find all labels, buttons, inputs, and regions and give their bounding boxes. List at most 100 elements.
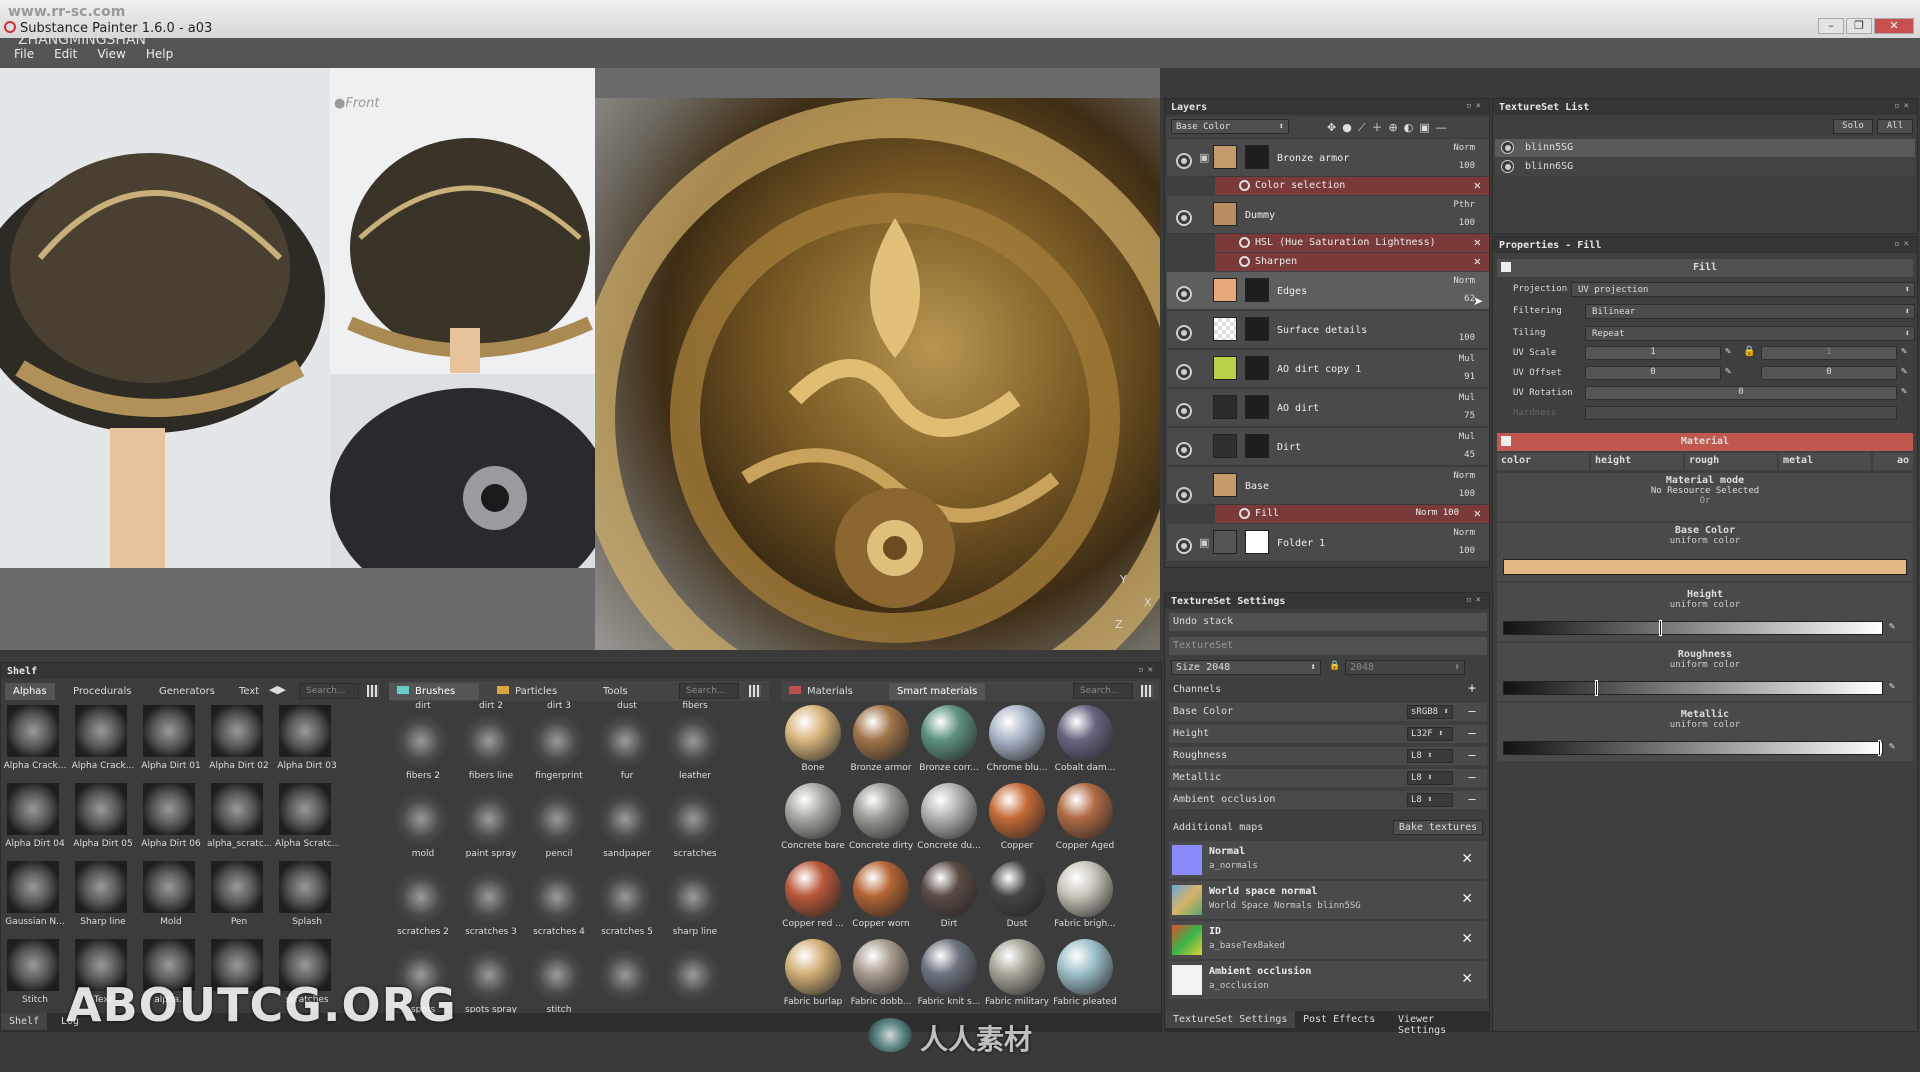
- layer-opacity[interactable]: 100: [1459, 161, 1475, 171]
- menu-view[interactable]: View: [97, 47, 125, 61]
- layer-opacity[interactable]: 45: [1464, 450, 1475, 460]
- layer-blend[interactable]: Norm: [1453, 276, 1475, 286]
- material-section-header[interactable]: Material: [1497, 433, 1913, 451]
- alpha-item[interactable]: Alpha Dirt 06: [139, 781, 201, 857]
- remove-map-icon[interactable]: ✕: [1461, 891, 1473, 907]
- brush-item[interactable]: scratches 3: [459, 869, 521, 945]
- alpha-item[interactable]: Alpha Dirt 05: [71, 781, 133, 857]
- brush-item[interactable]: mold: [391, 791, 453, 867]
- brush-item[interactable]: [595, 947, 657, 1023]
- brush-item[interactable]: fibers line: [459, 713, 521, 789]
- viewport-3d[interactable]: ●Front Y X Z: [0, 68, 1160, 650]
- undo-stack-row[interactable]: Undo stack: [1169, 613, 1487, 631]
- channel-metal-button[interactable]: metal: [1779, 453, 1871, 470]
- layer-opacity[interactable]: 100: [1459, 546, 1475, 556]
- layer-dirt[interactable]: Dirt Mul 45: [1167, 428, 1489, 466]
- material-item[interactable]: Chrome blu...: [985, 705, 1047, 781]
- map-ambient-occlusion[interactable]: Ambient occlusion a_occlusion ✕: [1169, 961, 1487, 999]
- brush-item[interactable]: pencil: [527, 791, 589, 867]
- layer-ao-dirt-copy-1[interactable]: AO dirt copy 1 Mul 91: [1167, 350, 1489, 388]
- alpha-item[interactable]: Stitch: [3, 937, 65, 1013]
- bake-textures-button[interactable]: Bake textures: [1393, 820, 1483, 835]
- brush-item[interactable]: spots spray: [459, 947, 521, 1023]
- layer-blend[interactable]: Mul: [1459, 393, 1475, 403]
- brush-item[interactable]: stitch: [527, 947, 589, 1023]
- brush-item[interactable]: fingerprint: [527, 713, 589, 789]
- tiling-select[interactable]: Repeat ⬍: [1585, 326, 1915, 341]
- alpha-item[interactable]: Alpha Dirt 04: [3, 781, 65, 857]
- channel-color-button[interactable]: color: [1497, 453, 1589, 470]
- alpha-item[interactable]: Gaussian N...: [3, 859, 65, 935]
- tab-brushes[interactable]: Brushes: [389, 683, 479, 700]
- layer-blend[interactable]: Mul: [1459, 354, 1475, 364]
- layer-folder-1[interactable]: ▣ Folder 1 Norm 100: [1167, 524, 1489, 562]
- visibility-eye-icon[interactable]: [1501, 160, 1514, 173]
- tab-post-effects[interactable]: Post Effects: [1295, 1011, 1383, 1028]
- grid-view-icon[interactable]: [1141, 685, 1153, 697]
- size-select[interactable]: Size 2048 ⬍: [1171, 660, 1321, 675]
- alpha-item[interactable]: Alpha Crack...: [3, 703, 66, 779]
- metallic-ramp-slider[interactable]: [1503, 740, 1883, 756]
- grid-view-icon[interactable]: [749, 685, 761, 697]
- alphas-search-input[interactable]: Search...: [299, 683, 359, 699]
- edit-icon[interactable]: ✎: [1725, 366, 1731, 377]
- material-item[interactable]: Bronze corr...: [917, 705, 979, 781]
- remove-channel-button[interactable]: —: [1465, 793, 1479, 807]
- layer-blend[interactable]: Norm: [1453, 143, 1475, 153]
- remove-map-icon[interactable]: ✕: [1461, 971, 1473, 987]
- lock-icon[interactable]: 🔒: [1329, 661, 1340, 671]
- remove-effect-icon[interactable]: ✕: [1474, 178, 1481, 192]
- remove-channel-button[interactable]: —: [1465, 727, 1479, 741]
- remove-map-icon[interactable]: ✕: [1461, 851, 1473, 867]
- visibility-eye-icon[interactable]: [1176, 442, 1192, 458]
- layer-opacity[interactable]: 75: [1464, 411, 1475, 421]
- arrow-left-icon[interactable]: ◀▶: [269, 683, 286, 696]
- brush-item[interactable]: sharp line: [663, 869, 725, 945]
- materials-search-input[interactable]: Search...: [1073, 683, 1133, 699]
- visibility-eye-icon[interactable]: [1176, 364, 1192, 380]
- alpha-item[interactable]: alpha_scratc...: [207, 781, 271, 857]
- menu-file[interactable]: File: [14, 47, 34, 61]
- alpha-item[interactable]: Alpha Dirt 01: [139, 703, 201, 779]
- uv-scale-slider[interactable]: 1: [1585, 346, 1721, 360]
- map-world-space-normal[interactable]: World space normal World Space Normals bl…: [1169, 881, 1487, 919]
- alpha-item[interactable]: Alpha Crack...: [71, 703, 134, 779]
- remove-channel-button[interactable]: —: [1465, 771, 1479, 785]
- brush-item[interactable]: scratches 4: [527, 869, 589, 945]
- all-button[interactable]: All: [1877, 119, 1913, 134]
- remove-effect-icon[interactable]: ✕: [1474, 506, 1481, 520]
- remove-effect-icon[interactable]: ✕: [1474, 235, 1481, 249]
- visibility-eye-icon[interactable]: [1176, 538, 1192, 554]
- material-item[interactable]: Fabric military: [985, 939, 1049, 1015]
- material-item[interactable]: Fabric pleated: [1053, 939, 1117, 1015]
- visibility-eye-icon[interactable]: [1176, 210, 1192, 226]
- format-select[interactable]: L8 ⬍: [1407, 749, 1453, 763]
- brush-item[interactable]: fibers 2: [391, 713, 453, 789]
- menu-help[interactable]: Help: [146, 47, 173, 61]
- uv-offset-slider-2[interactable]: 0: [1761, 366, 1897, 380]
- textureset-item[interactable]: blinn5SG: [1495, 139, 1915, 157]
- format-select[interactable]: sRGB8 ⬍: [1407, 705, 1453, 719]
- close-button[interactable]: ✕: [1874, 18, 1914, 34]
- material-item[interactable]: Dirt: [917, 861, 979, 937]
- brush-item[interactable]: leather: [663, 713, 725, 789]
- material-item[interactable]: Copper: [985, 783, 1047, 859]
- layer-blend[interactable]: Pthr: [1453, 200, 1475, 210]
- layer-edges[interactable]: Edges Norm 62 ➤: [1167, 272, 1489, 310]
- material-item[interactable]: Copper red ...: [781, 861, 844, 937]
- effect-hsl[interactable]: HSL (Hue Saturation Lightness) ✕: [1215, 234, 1489, 252]
- alpha-item[interactable]: Alpha Dirt 02: [207, 703, 269, 779]
- maximize-button[interactable]: ❐: [1846, 18, 1872, 34]
- layer-surface-details[interactable]: Surface details 100: [1167, 311, 1489, 349]
- edit-icon[interactable]: ✎: [1901, 366, 1907, 377]
- visibility-eye-icon[interactable]: [1176, 325, 1192, 341]
- lock-icon[interactable]: 🔒: [1743, 346, 1755, 357]
- format-select[interactable]: L8 ⬍: [1407, 793, 1453, 807]
- grid-view-icon[interactable]: [367, 685, 379, 697]
- material-item[interactable]: Copper worn: [849, 861, 911, 937]
- alpha-item[interactable]: Sharp line: [71, 859, 133, 935]
- alpha-item[interactable]: Splash: [275, 859, 337, 935]
- format-select[interactable]: L8 ⬍: [1407, 771, 1453, 785]
- material-item[interactable]: Dust: [985, 861, 1047, 937]
- map-id[interactable]: ID a_baseTexBaked ✕: [1169, 921, 1487, 959]
